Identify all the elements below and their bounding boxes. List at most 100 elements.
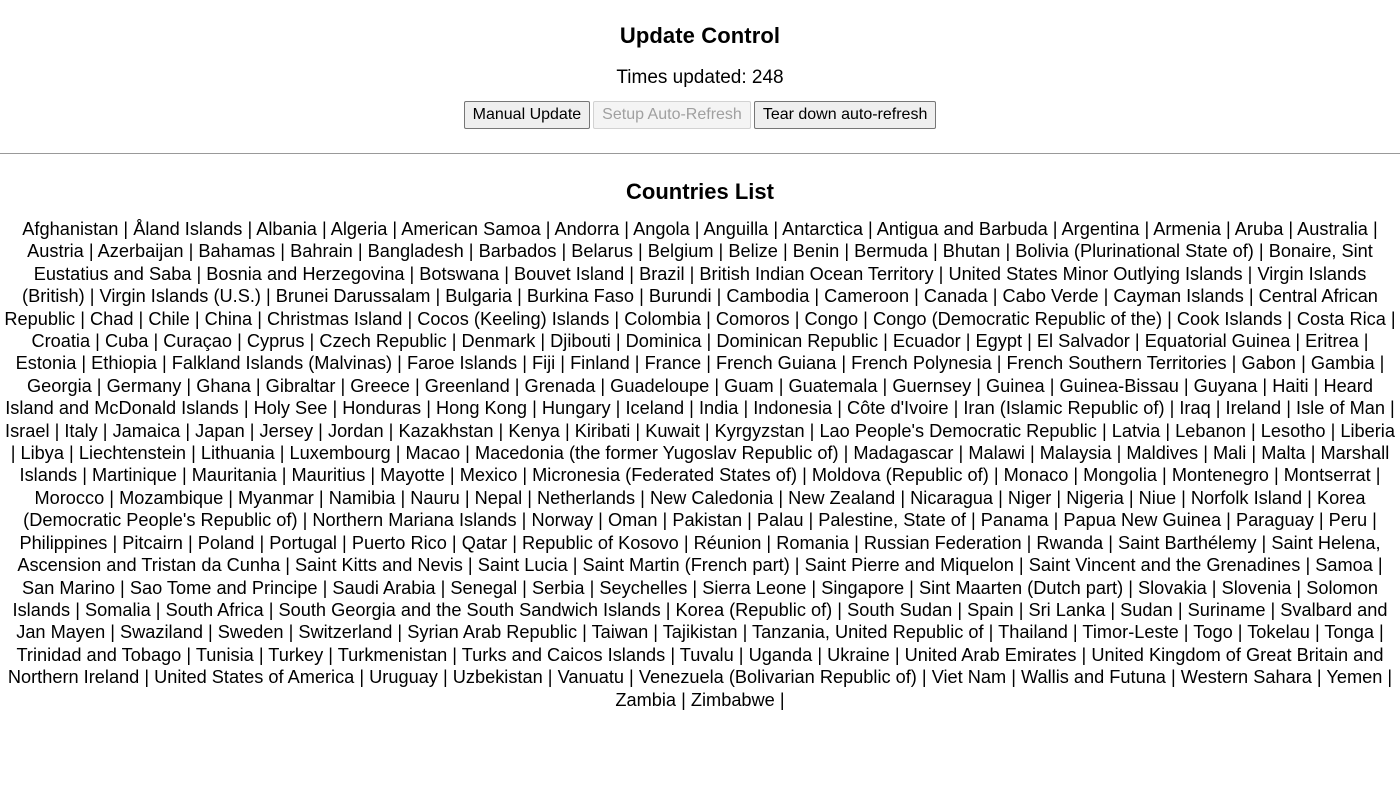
tear-down-auto-refresh-button[interactable]: Tear down auto-refresh xyxy=(753,101,937,129)
country-item: Curaçao xyxy=(163,331,233,352)
country-item: Ghana xyxy=(196,375,251,396)
country-item: Réunion xyxy=(693,532,762,553)
country-item: Martinique xyxy=(92,465,177,486)
country-item: Armenia xyxy=(1153,219,1221,239)
country-item: Fiji xyxy=(531,353,556,374)
country-item: Germany xyxy=(106,375,182,396)
country-item: Turkey xyxy=(268,644,324,665)
country-item: Guernsey xyxy=(892,375,972,396)
country-item: Cambodia xyxy=(726,286,810,307)
country-item: Saint Kitts and Nevis xyxy=(295,555,463,576)
country-item: Iran (Islamic Republic of) xyxy=(963,398,1165,419)
country-item: Brazil xyxy=(639,263,685,284)
country-item: Guinea xyxy=(986,375,1045,396)
country-item: Jersey xyxy=(259,420,314,441)
country-item: Lebanon xyxy=(1175,420,1246,441)
country-item: Monaco xyxy=(1003,465,1069,486)
country-item: Comoros xyxy=(715,308,790,329)
country-item: Benin xyxy=(792,241,840,262)
country-item: Djibouti xyxy=(550,331,611,352)
country-item: Uganda xyxy=(748,644,813,665)
country-item: Falkland Islands (Malvinas) xyxy=(171,353,393,374)
country-item: Norway xyxy=(531,510,594,531)
update-control-section: Update Control Times updated: 248 Manual… xyxy=(0,0,1400,129)
country-item: Singapore xyxy=(821,577,905,598)
country-item: Estonia xyxy=(15,353,77,374)
country-item: Philippines xyxy=(19,532,108,553)
country-item: Gabon xyxy=(1241,353,1297,374)
country-item: Kazakhstan xyxy=(398,420,494,441)
country-item: Chad xyxy=(89,308,134,329)
country-item: Uzbekistan xyxy=(452,667,543,688)
country-item: El Salvador xyxy=(1036,331,1130,352)
country-item: Burundi xyxy=(648,286,712,307)
country-item: Bhutan xyxy=(942,241,1001,262)
country-item: Gibraltar xyxy=(265,375,336,396)
country-item: Honduras xyxy=(342,398,422,419)
country-item: Ethiopia xyxy=(91,353,157,374)
country-item: Burkina Faso xyxy=(526,286,635,307)
country-item: Czech Republic xyxy=(319,331,447,352)
country-item: Sri Lanka xyxy=(1028,599,1106,620)
country-item: New Zealand xyxy=(788,487,896,508)
country-item: Switzerland xyxy=(298,622,393,643)
country-item: Slovakia xyxy=(1138,577,1207,598)
country-item: Botswana xyxy=(419,263,500,284)
country-item: Cyprus xyxy=(246,331,305,352)
country-item: Wallis and Futuna xyxy=(1021,667,1166,688)
country-item: French Guiana xyxy=(716,353,837,374)
country-item: Cameroon xyxy=(824,286,910,307)
country-item: Egypt xyxy=(975,331,1023,352)
country-item: Saint Barthélemy xyxy=(1118,532,1257,553)
country-item: Mexico xyxy=(459,465,518,486)
country-item: Viet Nam xyxy=(931,667,1007,688)
country-item: Tajikistan xyxy=(662,622,738,643)
country-item: Macedonia (the former Yugoslav Republic … xyxy=(474,443,839,464)
country-item: Bolivia (Plurinational State of) xyxy=(1015,241,1254,262)
country-item: Antarctica xyxy=(782,219,863,239)
country-item: Nepal xyxy=(474,487,523,508)
country-item: Zimbabwe xyxy=(690,689,775,710)
country-item: Barbados xyxy=(478,241,557,262)
country-item: Jamaica xyxy=(112,420,181,441)
country-item: Mauritania xyxy=(191,465,277,486)
countries-list: Afghanistan | Åland Islands | Albania | … xyxy=(4,219,1396,710)
country-item: Italy xyxy=(64,420,98,441)
country-item: Kenya xyxy=(508,420,560,441)
country-item: Rwanda xyxy=(1036,532,1104,553)
country-item: Russian Federation xyxy=(863,532,1022,553)
country-item: Cook Islands xyxy=(1176,308,1283,329)
country-item: Guam xyxy=(724,375,774,396)
country-item: Suriname xyxy=(1187,599,1266,620)
country-item: Faroe Islands xyxy=(406,353,518,374)
country-item: Bosnia and Herzegovina xyxy=(206,263,405,284)
country-item: Turks and Caicos Islands xyxy=(461,644,666,665)
country-item: Australia xyxy=(1297,219,1368,239)
country-item: Mauritius xyxy=(291,465,366,486)
country-item: Ecuador xyxy=(892,331,961,352)
manual-update-button[interactable]: Manual Update xyxy=(463,101,591,129)
country-item: Belize xyxy=(728,241,778,262)
country-item: Togo xyxy=(1193,622,1233,643)
country-item: South Africa xyxy=(165,599,264,620)
country-item: Greece xyxy=(350,375,410,396)
country-item: Uruguay xyxy=(369,667,438,688)
country-item: India xyxy=(698,398,739,419)
country-item: Bermuda xyxy=(854,241,928,262)
country-item: Ukraine xyxy=(827,644,890,665)
country-item: Papua New Guinea xyxy=(1063,510,1222,531)
country-item: Belgium xyxy=(647,241,714,262)
update-control-title: Update Control xyxy=(619,23,781,48)
setup-auto-refresh-button: Setup Auto-Refresh xyxy=(593,101,751,129)
country-item: Tanzania, United Republic of xyxy=(752,622,984,643)
country-item: Grenada xyxy=(524,375,596,396)
country-item: Liberia xyxy=(1340,420,1395,441)
country-item: Mozambique xyxy=(119,487,224,508)
country-item: Maldives xyxy=(1126,443,1199,464)
country-item: Swaziland xyxy=(120,622,203,643)
update-buttons: Manual Update Setup Auto-Refresh Tear do… xyxy=(0,101,1400,129)
country-item: France xyxy=(644,353,702,374)
times-updated-counter: Times updated: 248 xyxy=(0,66,1400,90)
country-item: Malaysia xyxy=(1039,443,1112,464)
country-item: Timor-Leste xyxy=(1082,622,1179,643)
